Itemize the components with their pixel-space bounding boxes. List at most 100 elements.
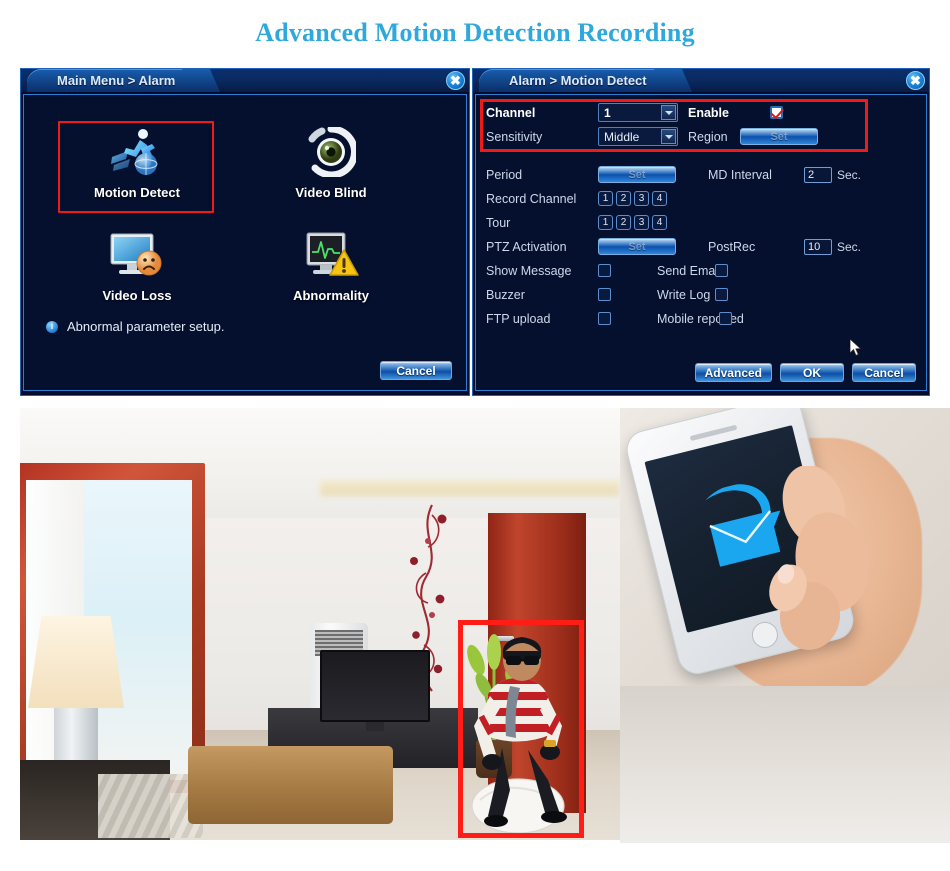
motion-detect-form: Channel 1 Enable Sensitivity Middle Regi… — [476, 95, 926, 390]
alarm-item-label: Abnormality — [293, 288, 369, 303]
record-channel-2[interactable]: 2 — [616, 191, 631, 206]
left-window-body: Motion Detect Video Blind Video Loss Abn… — [23, 94, 467, 391]
period-label: Period — [486, 167, 523, 182]
fingers — [752, 464, 902, 686]
record-channel-label: Record Channel — [486, 191, 577, 206]
alarm-item-motion-detect[interactable]: Motion Detect — [62, 125, 212, 200]
phone-alert-photo — [620, 408, 950, 686]
row-channel: Channel 1 Enable — [486, 103, 916, 122]
alarm-item-label: Video Blind — [295, 185, 367, 200]
ottoman — [188, 746, 393, 824]
tour-channel-1[interactable]: 1 — [598, 215, 613, 230]
tv-stand — [366, 722, 384, 731]
alarm-icon-grid: Motion Detect Video Blind Video Loss Abn… — [24, 95, 466, 390]
row-ptz-activation: PTZ Activation Set PostRec 10 Sec. — [486, 237, 916, 256]
row-period: Period Set MD Interval 2 Sec. — [486, 165, 916, 184]
record-channel-1[interactable]: 1 — [598, 191, 613, 206]
monitor-sad-face-icon — [62, 228, 212, 282]
channel-value: 1 — [604, 105, 611, 120]
write-log-checkbox[interactable] — [715, 288, 728, 301]
postrec-label: PostRec — [708, 239, 756, 254]
motion-detect-window: Alarm > Motion Detect ✖ Channel 1 Enable — [472, 68, 930, 396]
show-message-checkbox[interactable] — [598, 264, 611, 277]
postrec-input[interactable]: 10 — [804, 238, 832, 255]
phone-photo-lower-blur — [620, 686, 950, 843]
right-window-body: Channel 1 Enable Sensitivity Middle Regi… — [475, 94, 927, 391]
ptz-set-button[interactable]: Set — [598, 238, 676, 255]
row-ftp-upload: FTP upload Mobile reported — [486, 309, 916, 328]
send-email-label: Send Email — [657, 263, 721, 278]
hint-text: Abnormal parameter setup. — [67, 319, 225, 334]
ptz-activation-label: PTZ Activation — [486, 239, 567, 254]
tour-channel-2[interactable]: 2 — [616, 215, 631, 230]
left-window-title: Main Menu > Alarm — [57, 73, 176, 88]
md-interval-label: MD Interval — [708, 167, 772, 182]
left-window-tab: Main Menu > Alarm — [27, 69, 202, 92]
alarm-menu-window: Main Menu > Alarm ✖ Motion Detect Video … — [20, 68, 470, 396]
television — [320, 650, 430, 722]
period-set-button[interactable]: Set — [598, 166, 676, 183]
row-show-message: Show Message Send Email — [486, 261, 916, 280]
page-title: Advanced Motion Detection Recording — [255, 18, 695, 47]
tour-channel-3[interactable]: 3 — [634, 215, 649, 230]
close-icon[interactable]: ✖ — [446, 71, 465, 90]
screenshot-root: Advanced Motion Detection Recording Main… — [0, 0, 950, 871]
ok-button[interactable]: OK — [780, 363, 844, 382]
running-man-globe-icon — [62, 125, 212, 179]
cancel-button[interactable]: Cancel — [852, 363, 916, 382]
alarm-item-abnormality[interactable]: Abnormality — [256, 228, 406, 303]
channel-select[interactable]: 1 — [598, 103, 678, 122]
cancel-button[interactable]: Cancel — [380, 361, 452, 380]
living-room-photo — [20, 408, 620, 840]
sensitivity-label: Sensitivity — [486, 129, 543, 144]
send-email-checkbox[interactable] — [715, 264, 728, 277]
md-interval-input[interactable]: 2 — [804, 166, 832, 183]
phone-speaker — [689, 424, 738, 442]
record-channel-boxes: 1 2 3 4 — [598, 191, 667, 206]
alarm-item-video-blind[interactable]: Video Blind — [256, 125, 406, 200]
channel-label: Channel — [486, 105, 536, 120]
left-window-titlebar: Main Menu > Alarm ✖ — [21, 69, 469, 92]
row-tour: Tour 1 2 3 4 — [486, 213, 916, 232]
monitor-warning-icon — [256, 228, 406, 282]
region-label: Region — [688, 129, 728, 144]
lamp-shade — [28, 616, 124, 708]
alarm-item-label: Video Loss — [102, 288, 172, 303]
enable-checkbox[interactable] — [770, 106, 783, 119]
motion-detection-box — [458, 620, 584, 838]
write-log-label: Write Log — [657, 287, 711, 302]
cove-light — [320, 480, 620, 496]
tour-boxes: 1 2 3 4 — [598, 215, 667, 230]
row-buzzer: Buzzer Write Log — [486, 285, 916, 304]
chevron-down-icon[interactable] — [661, 129, 676, 144]
right-window-title: Alarm > Motion Detect — [509, 73, 647, 88]
info-icon: i — [46, 320, 58, 333]
tour-channel-4[interactable]: 4 — [652, 215, 667, 230]
tour-label: Tour — [486, 215, 511, 230]
hint-row: i Abnormal parameter setup. — [46, 319, 225, 334]
sensitivity-select[interactable]: Middle — [598, 127, 678, 146]
mobile-reported-label: Mobile reported — [657, 311, 744, 326]
record-channel-3[interactable]: 3 — [634, 191, 649, 206]
right-window-titlebar: Alarm > Motion Detect ✖ — [473, 69, 929, 92]
photo-collage — [20, 408, 950, 843]
buzzer-checkbox[interactable] — [598, 288, 611, 301]
advanced-button[interactable]: Advanced — [694, 363, 772, 382]
sensitivity-value: Middle — [604, 129, 640, 144]
alarm-item-label: Motion Detect — [94, 185, 180, 200]
mobile-reported-checkbox[interactable] — [719, 312, 732, 325]
buzzer-label: Buzzer — [486, 287, 525, 302]
ftp-upload-checkbox[interactable] — [598, 312, 611, 325]
eye-icon — [256, 125, 406, 179]
chevron-down-icon[interactable] — [661, 105, 676, 120]
alarm-item-video-loss[interactable]: Video Loss — [62, 228, 212, 303]
enable-label: Enable — [688, 105, 729, 120]
right-window-tab: Alarm > Motion Detect — [479, 69, 673, 92]
row-record-channel: Record Channel 1 2 3 4 — [486, 189, 916, 208]
postrec-unit: Sec. — [837, 239, 862, 254]
dialog-button-row: Advanced OK Cancel — [694, 363, 916, 382]
record-channel-4[interactable]: 4 — [652, 191, 667, 206]
close-icon[interactable]: ✖ — [906, 71, 925, 90]
ftp-upload-label: FTP upload — [486, 311, 551, 326]
region-set-button[interactable]: Set — [740, 128, 818, 145]
